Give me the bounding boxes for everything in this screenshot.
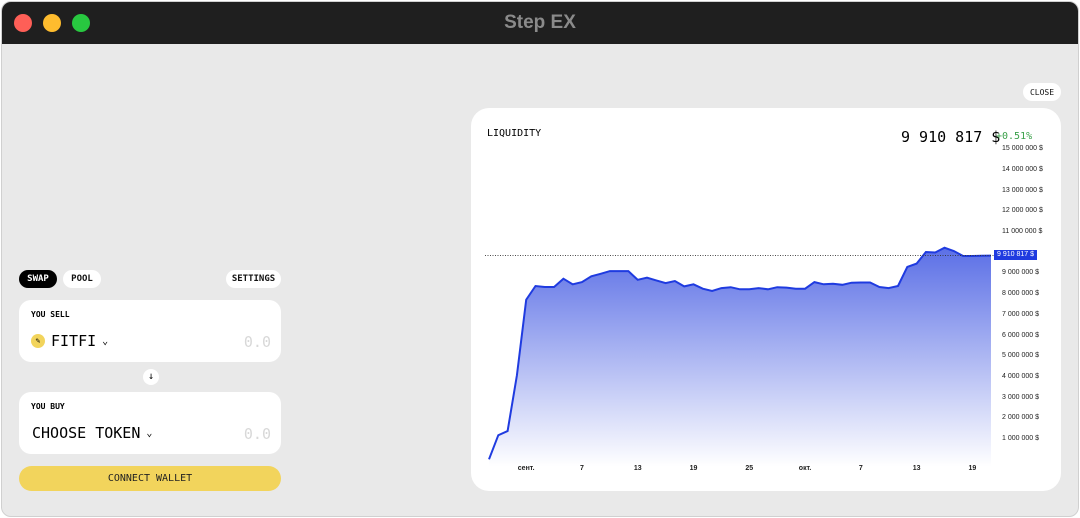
sell-amount-input[interactable]: 0.0 bbox=[244, 333, 271, 351]
window-title: Step EX bbox=[504, 12, 576, 33]
y-tick-label: 15 000 000 $ bbox=[1002, 145, 1043, 153]
liquidity-chart bbox=[485, 246, 996, 467]
buy-token-selector[interactable]: CHOOSE TOKEN ⌄ bbox=[32, 424, 152, 442]
chevron-down-icon: ⌄ bbox=[146, 427, 153, 439]
sell-label: YOU SELL bbox=[31, 310, 70, 319]
y-tick-label: 6 000 000 $ bbox=[1002, 331, 1039, 339]
buy-card: YOU BUY CHOOSE TOKEN ⌄ 0.0 bbox=[19, 392, 281, 454]
title-bar: Step EX bbox=[2, 2, 1078, 44]
x-tick-label: 7 bbox=[580, 465, 584, 472]
chevron-down-icon: ⌄ bbox=[102, 335, 109, 347]
y-tick-label: 8 000 000 $ bbox=[1002, 290, 1039, 298]
x-tick-label: 19 bbox=[689, 465, 698, 472]
y-tick-label: 7 000 000 $ bbox=[1002, 310, 1039, 318]
sell-token-name: FITFI bbox=[51, 332, 97, 350]
y-tick-label: 5 000 000 $ bbox=[1002, 352, 1039, 360]
swap-direction-button[interactable]: ↓ bbox=[143, 369, 159, 385]
connect-wallet-button[interactable]: CONNECT WALLET bbox=[19, 466, 281, 491]
x-tick-label: 13 bbox=[912, 465, 921, 472]
y-tick-label: 4 000 000 $ bbox=[1002, 372, 1039, 380]
y-tick-label: 13 000 000 $ bbox=[1002, 186, 1043, 194]
y-tick-label: 11 000 000 $ bbox=[1002, 228, 1043, 235]
x-tick-label: окт. bbox=[798, 465, 812, 472]
y-tick-label: 14 000 000 $ bbox=[1002, 165, 1043, 173]
sell-card: YOU SELL ✎ FITFI ⌄ 0.0 bbox=[19, 300, 281, 362]
x-tick-label: 19 bbox=[968, 465, 977, 472]
close-chart-button[interactable]: CLOSE bbox=[1023, 83, 1061, 101]
x-tick-label: 7 bbox=[858, 465, 863, 472]
buy-label: YOU BUY bbox=[31, 402, 65, 411]
y-tick-label: 2 000 000 $ bbox=[1002, 414, 1039, 422]
x-tick-label: 25 bbox=[745, 465, 754, 472]
arrow-down-icon: ↓ bbox=[147, 371, 155, 382]
buy-amount-input[interactable]: 0.0 bbox=[244, 425, 271, 443]
settings-button[interactable]: SETTINGS bbox=[226, 270, 281, 288]
sell-token-selector[interactable]: ✎ FITFI ⌄ bbox=[31, 332, 108, 350]
y-tick-label: 3 000 000 $ bbox=[1002, 393, 1039, 401]
y-tick-label: 9 000 000 $ bbox=[1002, 269, 1039, 277]
x-tick-label: сент. bbox=[517, 465, 535, 472]
fitfi-token-icon: ✎ bbox=[31, 334, 45, 348]
app-window: Step EX SWAP POOL SETTINGS YOU SELL ✎ FI… bbox=[1, 1, 1079, 517]
y-tick-label: 1 000 000 $ bbox=[1002, 435, 1039, 442]
buy-token-name: CHOOSE TOKEN bbox=[32, 424, 141, 442]
current-value-tag: 9 910 817 $ bbox=[994, 250, 1037, 260]
liquidity-area bbox=[489, 247, 991, 467]
tab-pool[interactable]: POOL bbox=[63, 270, 101, 288]
x-tick-label: 13 bbox=[633, 465, 642, 472]
tab-swap[interactable]: SWAP bbox=[19, 270, 57, 288]
y-tick-label: 12 000 000 $ bbox=[1002, 207, 1043, 215]
liquidity-panel: LIQUIDITY 9 910 817 $ +0.51% 15 000 000 … bbox=[471, 108, 1061, 491]
